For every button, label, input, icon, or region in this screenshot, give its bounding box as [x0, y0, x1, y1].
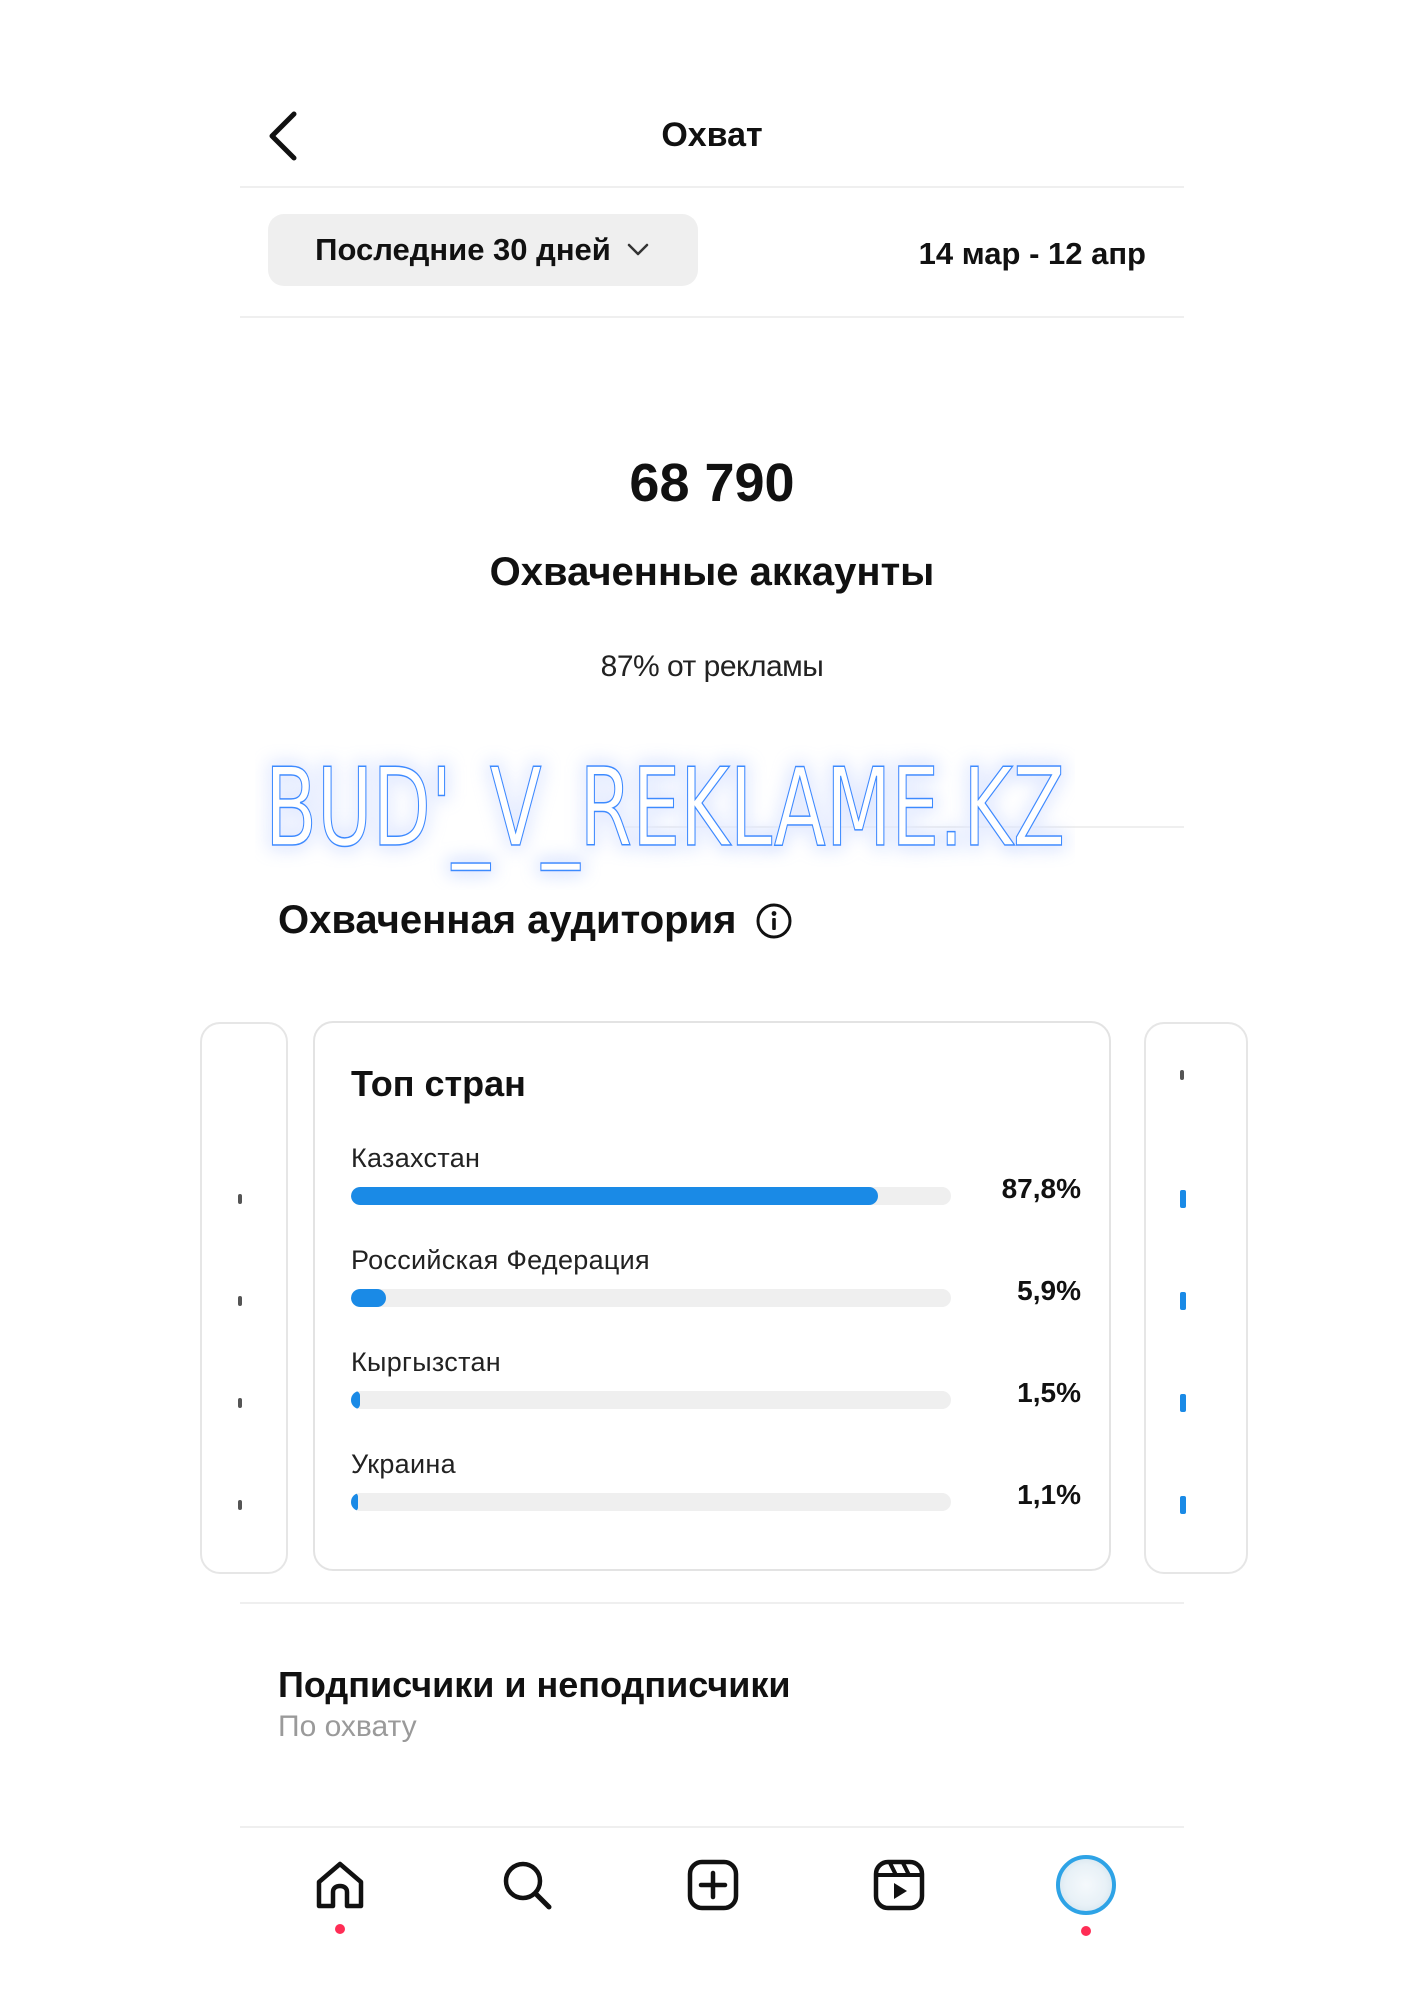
profile-avatar [1056, 1855, 1116, 1915]
period-dropdown[interactable]: Последние 30 дней [268, 214, 698, 286]
page-title: Охват [661, 116, 763, 154]
country-row: Казахстан 87,8% [351, 1143, 1081, 1233]
progress-track [351, 1187, 951, 1205]
country-name: Украина [351, 1449, 456, 1479]
country-name: Кыргызстан [351, 1347, 501, 1377]
watermark: BUD'_V_REKLAME.KZ [264, 745, 1066, 872]
previous-audience-card[interactable] [200, 1022, 288, 1574]
nav-create[interactable] [678, 1850, 748, 1920]
card-title: Топ стран [351, 1063, 526, 1104]
nav-search[interactable] [492, 1850, 562, 1920]
chevron-down-icon [627, 243, 649, 256]
audience-title: Охваченная аудитория [278, 898, 737, 942]
date-range: 14 мар - 12 апр [918, 236, 1146, 271]
country-name: Казахстан [351, 1143, 481, 1173]
country-row: Российская Федерация 5,9% [351, 1245, 1081, 1335]
notification-dot [1081, 1926, 1091, 1936]
progress-track [351, 1391, 951, 1409]
home-icon [316, 1861, 364, 1909]
progress-fill [351, 1391, 360, 1409]
watermark-text: BUD'_V_REKLAME.KZ [265, 746, 1065, 871]
country-name: Российская Федерация [351, 1245, 650, 1275]
followers-title[interactable]: Подписчики и неподписчики [278, 1664, 791, 1706]
audience-divider [240, 1602, 1184, 1604]
progress-fill [351, 1493, 358, 1511]
nav-reels[interactable] [864, 1850, 934, 1920]
period-divider [240, 316, 1184, 318]
insights-screen: Охват Последние 30 дней 14 мар - 12 апр … [200, 0, 1248, 1950]
country-row: Кыргызстан 1,5% [351, 1347, 1081, 1437]
progress-fill [351, 1187, 878, 1205]
progress-fill [351, 1289, 386, 1307]
ads-share: 87% от рекламы [600, 650, 824, 683]
next-audience-card[interactable] [1144, 1022, 1248, 1574]
country-percent: 1,5% [1017, 1377, 1081, 1408]
reels-icon [873, 1859, 925, 1911]
country-row: Украина 1,1% [351, 1449, 1081, 1539]
followers-subtitle: По охвату [278, 1710, 417, 1743]
period-label: Последние 30 дней [315, 232, 611, 267]
search-icon [503, 1861, 552, 1910]
nav-home[interactable] [305, 1850, 375, 1934]
header-divider [240, 186, 1184, 188]
info-icon[interactable] [755, 902, 793, 940]
audience-section-title: Охваченная аудитория [278, 898, 793, 943]
progress-track [351, 1289, 951, 1307]
progress-track [351, 1493, 951, 1511]
bottom-navigation [240, 1828, 1184, 1950]
create-icon [687, 1859, 739, 1911]
nav-profile[interactable] [1051, 1850, 1121, 1936]
country-percent: 5,9% [1017, 1275, 1081, 1306]
reach-label: Охваченные аккаунты [489, 550, 935, 594]
notification-dot [335, 1924, 345, 1934]
top-countries-card: Топ стран Казахстан 87,8% Российская Фед… [313, 1021, 1111, 1571]
reach-value: 68 790 [629, 453, 795, 513]
country-percent: 1,1% [1017, 1479, 1081, 1510]
country-percent: 87,8% [1001, 1173, 1081, 1204]
